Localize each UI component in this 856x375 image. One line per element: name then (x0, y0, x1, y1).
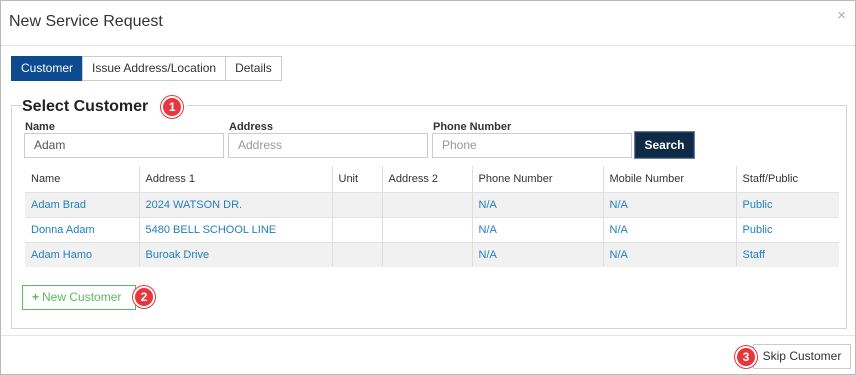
cell-address-1[interactable]: Buroak Drive (138, 241, 332, 267)
cell-name[interactable]: Adam Hamo (25, 241, 139, 267)
address-input[interactable]: Address (228, 133, 428, 158)
cell-mobile-number: N/A (602, 216, 736, 242)
cell-staff-public: Public (735, 216, 839, 242)
phone-number-label: Phone Number (433, 121, 512, 133)
tab-details[interactable]: Details (225, 56, 282, 81)
cell-staff-public: Staff (735, 241, 839, 267)
address-1-link[interactable]: Buroak Drive (146, 249, 210, 261)
plus-icon: + (32, 290, 40, 304)
cell-unit (331, 216, 382, 242)
column-header-address-1[interactable]: Address 1 (138, 166, 332, 192)
tab-bar: Customer Issue Address/Location Details (11, 56, 282, 81)
customer-name-link[interactable]: Adam Hamo (31, 249, 92, 261)
new-service-request-dialog: New Service Request × Customer Issue Add… (0, 0, 856, 375)
address-1-link[interactable]: 5480 BELL SCHOOL LINE (146, 224, 277, 236)
tab-issue-address-location[interactable]: Issue Address/Location (82, 56, 227, 81)
cell-unit (331, 191, 382, 217)
customer-name-link[interactable]: Donna Adam (31, 224, 95, 236)
cell-mobile-number: N/A (602, 191, 736, 217)
cell-address-2 (381, 216, 472, 242)
dialog-title: New Service Request (9, 13, 163, 30)
cell-phone-number: N/A (471, 191, 603, 217)
address-label: Address (229, 121, 274, 133)
dialog-header: New Service Request × (1, 1, 855, 46)
cell-phone-number: N/A (471, 216, 603, 242)
select-customer-title: Select Customer (22, 98, 149, 115)
name-label: Name (25, 121, 55, 133)
cell-mobile-number: N/A (602, 241, 736, 267)
select-customer-legend: Select Customer 1 (22, 96, 188, 118)
column-header-mobile-number[interactable]: Mobile Number (602, 166, 736, 192)
close-icon[interactable]: × (837, 8, 846, 23)
cell-address-1[interactable]: 5480 BELL SCHOOL LINE (138, 216, 332, 242)
cell-name[interactable]: Donna Adam (25, 216, 139, 242)
cell-name[interactable]: Adam Brad (25, 191, 139, 217)
name-input[interactable]: Adam (24, 133, 224, 158)
callout-badge-3: 3 (735, 346, 757, 368)
customer-name-link[interactable]: Adam Brad (31, 199, 86, 211)
column-header-staff-public[interactable]: Staff/Public (735, 166, 839, 192)
table-header-row: Name Address 1 Unit Address 2 Phone Numb… (25, 166, 839, 192)
phone-input[interactable]: Phone (432, 133, 632, 158)
cell-unit (331, 241, 382, 267)
skip-customer-button[interactable]: Skip Customer (753, 344, 851, 369)
column-header-unit[interactable]: Unit (331, 166, 382, 192)
cell-phone-number: N/A (471, 241, 603, 267)
search-button[interactable]: Search (635, 132, 694, 158)
column-header-phone-number[interactable]: Phone Number (471, 166, 603, 192)
new-customer-label: New Customer (42, 290, 122, 304)
callout-badge-2: 2 (133, 286, 155, 308)
table-row[interactable]: Adam Brad 2024 WATSON DR. N/A N/A Public (25, 191, 839, 217)
cell-address-2 (381, 191, 472, 217)
table-row[interactable]: Donna Adam 5480 BELL SCHOOL LINE N/A N/A… (25, 216, 839, 242)
callout-badge-1: 1 (161, 96, 184, 118)
column-header-name[interactable]: Name (25, 166, 139, 192)
new-customer-button[interactable]: + New Customer (22, 285, 136, 310)
footer-divider (1, 335, 855, 336)
tab-customer[interactable]: Customer (11, 56, 84, 81)
cell-staff-public: Public (735, 191, 839, 217)
cell-address-1[interactable]: 2024 WATSON DR. (138, 191, 332, 217)
column-header-address-2[interactable]: Address 2 (381, 166, 472, 192)
address-1-link[interactable]: 2024 WATSON DR. (146, 199, 243, 211)
customer-results-table: Name Address 1 Unit Address 2 Phone Numb… (25, 166, 839, 267)
table-row[interactable]: Adam Hamo Buroak Drive N/A N/A Staff (25, 241, 839, 267)
cell-address-2 (381, 241, 472, 267)
